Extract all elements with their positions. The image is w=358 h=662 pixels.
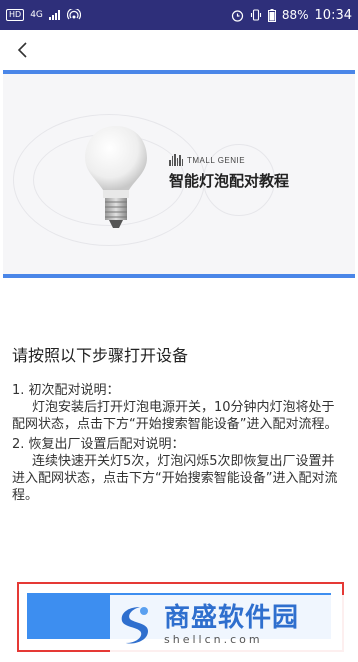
step-body: 连续快速开关灯5次，灯泡闪烁5次即恢复出厂设置并进入配网状态，点击下方“开始搜索… [12,454,338,503]
step-body: 灯泡安装后打开灯泡电源开关，10分钟内灯泡将处于配网状态，点击下方“开始搜索智能… [12,400,338,432]
light-bulb-image [85,126,147,228]
battery-icon [267,8,276,22]
watermark-text: 商盛软件园 [164,603,300,633]
hd-badge: HD [6,9,25,21]
signal-icon [48,10,60,20]
watermark-url: shellcn.com [164,633,263,646]
battery-percent: 88% [281,8,309,22]
status-bar-left: HD 4G [6,9,81,21]
alarm-icon [231,9,243,22]
vibrate-icon [250,9,261,21]
brand-name: TMALL GENIE [187,155,246,165]
watermark: 商盛软件园 shellcn.com [110,595,350,655]
instruction-step: 2. 恢复出厂设置后配对说明： 连续快速开关灯5次，灯泡闪烁5次即恢复出厂设置并… [12,436,342,504]
step-title: 1. 初次配对说明： [12,383,120,398]
hero-title: 智能灯泡配对教程 [169,172,290,190]
brand-row: TMALL GENIE [169,154,245,166]
step-title: 2. 恢复出厂设置后配对说明： [12,437,185,452]
hero-banner: TMALL GENIE 智能灯泡配对教程 [3,74,355,274]
status-bar-right: 88% 10:34 [231,8,352,23]
chevron-left-icon [17,42,27,58]
back-button[interactable] [10,38,34,62]
watermark-logo-icon [121,607,148,644]
hotspot-icon [66,9,81,20]
section-heading: 请按照以下步骤打开设备 [12,346,189,365]
navigation-bar [0,30,358,70]
tmall-genie-logo-icon [169,154,183,166]
network-label: 4G [30,9,43,20]
clock: 10:34 [314,7,352,23]
status-bar: HD 4G 88% 10:34 [0,0,358,30]
instruction-step: 1. 初次配对说明： 灯泡安装后打开灯泡电源开关，10分钟内灯泡将处于配网状态，… [12,382,342,433]
